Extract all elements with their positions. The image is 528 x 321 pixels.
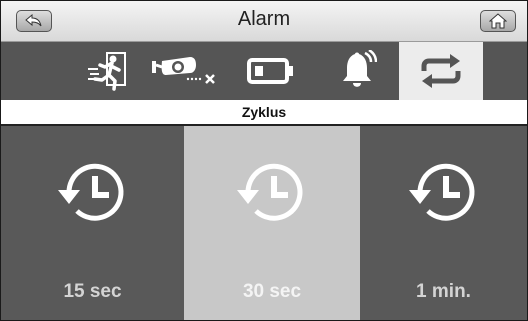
cycle-arrows-icon: [421, 54, 461, 88]
bell-ringing-icon: [343, 50, 377, 87]
home-button[interactable]: [480, 10, 516, 32]
option-15-sec[interactable]: 15 sec: [1, 126, 184, 320]
option-label: 15 sec: [63, 281, 122, 302]
option-label: 30 sec: [242, 281, 302, 302]
tab-camera-alarm[interactable]: [149, 42, 221, 100]
tab-battery-alarm[interactable]: [235, 42, 307, 100]
option-label: 1 min.: [416, 281, 471, 302]
device-screen: Alarm Zyklus 15 sec 30 sec 1 min.: [0, 0, 528, 321]
section-title: Zyklus: [241, 104, 287, 120]
cycle-options: 15 sec 30 sec 1 min.: [1, 126, 527, 320]
history-clock-icon: [237, 163, 303, 221]
home-icon: [489, 13, 507, 29]
history-clock-icon: [408, 163, 474, 221]
battery-icon: [247, 58, 293, 84]
option-30-sec[interactable]: 30 sec: [184, 126, 360, 320]
title-bar: Alarm: [1, 1, 527, 42]
history-clock-icon: [57, 163, 123, 221]
section-header: Zyklus: [1, 100, 527, 126]
running-person-icon: [88, 52, 126, 91]
tab-motion-alarm[interactable]: [74, 42, 146, 100]
option-1-min[interactable]: 1 min.: [360, 126, 527, 320]
tab-alarm-sound[interactable]: [321, 42, 393, 100]
camera-disconnected-icon: [152, 57, 215, 84]
alarm-tab-bar: [1, 42, 527, 100]
page-title: Alarm: [237, 8, 291, 30]
tab-cycle[interactable]: [399, 42, 483, 100]
